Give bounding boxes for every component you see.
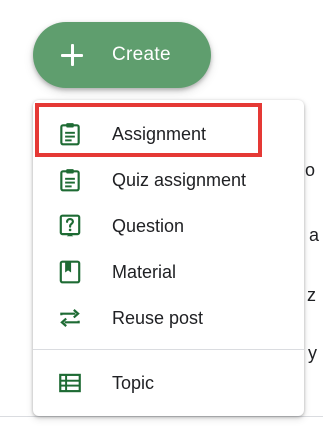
- menu-item-label: Question: [112, 216, 185, 236]
- create-button[interactable]: Create: [33, 22, 211, 88]
- menu-item-label: Material: [112, 262, 177, 282]
- page: o a z y Create Assignment Quiz assignmen…: [0, 0, 323, 428]
- plus-icon: [59, 42, 85, 68]
- material-icon: [57, 259, 83, 285]
- page-divider: [0, 416, 323, 417]
- menu-item-quiz-assignment[interactable]: Quiz assignment: [33, 158, 304, 202]
- menu-item-question[interactable]: Question: [33, 204, 304, 248]
- background-text-fragment: z: [307, 285, 316, 305]
- menu-item-topic[interactable]: Topic: [33, 361, 304, 405]
- background-text-fragment: o: [305, 160, 316, 180]
- create-menu: Assignment Quiz assignment Question Mate…: [33, 100, 304, 416]
- menu-item-material[interactable]: Material: [33, 250, 304, 294]
- topic-icon: [57, 370, 83, 396]
- question-icon: [57, 213, 83, 239]
- menu-divider: [33, 349, 304, 350]
- menu-item-label: Reuse post: [112, 308, 204, 328]
- menu-item-label: Quiz assignment: [112, 170, 247, 190]
- create-button-label: Create: [112, 44, 171, 65]
- menu-item-label: Assignment: [112, 124, 207, 144]
- menu-item-reuse-post[interactable]: Reuse post: [33, 296, 304, 340]
- reuse-post-icon: [57, 305, 83, 331]
- background-text-fragment: a: [309, 225, 320, 245]
- assignment-icon: [57, 121, 83, 147]
- menu-item-assignment[interactable]: Assignment: [33, 112, 304, 156]
- menu-item-label: Topic: [112, 373, 155, 393]
- quiz-assignment-icon: [57, 167, 83, 193]
- background-text-fragment: y: [308, 343, 317, 363]
